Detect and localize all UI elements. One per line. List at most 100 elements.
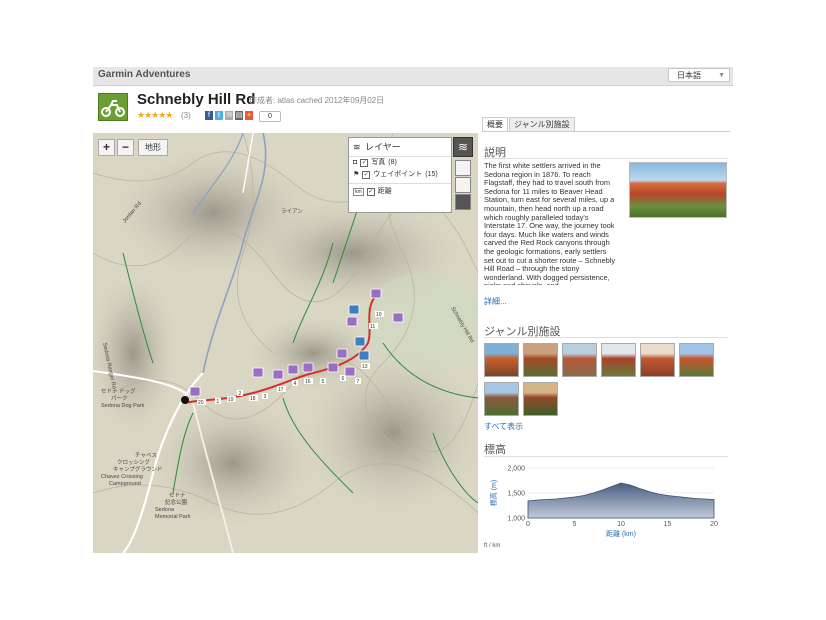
adventure-page: Garmin Adventures 日本語 ▼ Schnebly Hill Rd… [93, 67, 733, 553]
km-icon: km [353, 188, 364, 196]
waypoint-label: 4 [292, 380, 298, 387]
language-select[interactable]: 日本語 ▼ [668, 68, 730, 82]
facebook-icon[interactable]: f [205, 111, 213, 120]
gallery-thumb[interactable] [484, 382, 519, 416]
waypoint-label: 7 [355, 378, 361, 385]
svg-text:Memorial Park: Memorial Park [155, 514, 191, 520]
flag-icon: ⚑ [353, 171, 360, 178]
waypoint-label: 2 [237, 390, 243, 397]
x-tick-label: 15 [664, 521, 672, 528]
svg-text:Campground: Campground [109, 481, 141, 487]
zoom-in-button[interactable]: + [98, 139, 115, 156]
divider [349, 183, 451, 184]
svg-text:6: 6 [342, 376, 345, 382]
layer-count: (8) [388, 159, 397, 166]
svg-text:キャンプグラウンド: キャンプグラウンド [113, 465, 162, 473]
layer-panel: ≋ レイヤー ◘ ✓ 写真 (8) ⚑ ✓ ウェイポイント (15) km ✓ … [348, 137, 452, 213]
gallery-thumb[interactable] [562, 343, 597, 377]
print-icon[interactable]: ▤ [235, 111, 243, 120]
svg-text:5: 5 [322, 379, 325, 385]
gallery-thumb[interactable] [679, 343, 714, 377]
x-tick-label: 0 [526, 521, 530, 528]
svg-text:2: 2 [239, 391, 242, 397]
waypoint-label: 17 [277, 386, 286, 393]
svg-text:4: 4 [294, 381, 297, 387]
view-button-3[interactable] [455, 194, 471, 210]
svg-text:7: 7 [357, 379, 360, 385]
tab-overview[interactable]: 概要 [482, 117, 508, 131]
brand-name[interactable]: Garmin Adventures [98, 69, 190, 80]
view-button-1[interactable] [455, 160, 471, 176]
layer-row-waypoints[interactable]: ⚑ ✓ ウェイポイント (15) [349, 169, 451, 181]
language-value: 日本語 [677, 71, 701, 80]
waypoints-checkbox[interactable]: ✓ [362, 171, 371, 179]
layers-toggle-button[interactable]: ≋ [453, 137, 473, 157]
share-buttons: f t ✉ ▤ + [205, 111, 253, 121]
layer-panel-title: レイヤー [365, 142, 401, 152]
svg-text:パーク: パーク [111, 395, 128, 402]
layer-count: (15) [425, 171, 438, 178]
divider [484, 456, 728, 457]
tab-facilities[interactable]: ジャンル別施設 [509, 117, 575, 131]
rating-count: (3) [181, 111, 191, 120]
camera-icon: ◘ [353, 159, 358, 166]
layer-panel-header[interactable]: ≋ レイヤー [349, 138, 451, 157]
svg-text:13: 13 [362, 364, 368, 370]
description-photo[interactable] [629, 162, 727, 218]
motorcycle-activity-icon [98, 93, 128, 121]
x-tick-label: 10 [617, 521, 625, 528]
adventure-title: Schnebly Hill Rd [137, 91, 256, 108]
show-all-link[interactable]: すべて表示 [484, 421, 523, 432]
waypoint-label: 6 [340, 375, 346, 382]
email-icon[interactable]: ✉ [225, 111, 233, 120]
svg-text:16: 16 [305, 379, 311, 385]
gallery-thumb[interactable] [640, 343, 675, 377]
share-plus-icon[interactable]: + [245, 111, 253, 120]
svg-text:3: 3 [264, 394, 267, 400]
layer-row-distance[interactable]: km ✓ 距離 [349, 186, 451, 198]
y-tick-label: 2,000 [507, 466, 525, 473]
author-date: 作成者: atlas cached 2012年09月02日 [249, 96, 385, 105]
svg-text:ライアン: ライアン [281, 208, 303, 215]
waypoint-label: 19 [227, 396, 236, 403]
layer-label: 写真 [371, 159, 386, 166]
waypoint-label: 11 [369, 323, 378, 330]
twitter-icon[interactable]: t [215, 111, 223, 120]
svg-text:20: 20 [198, 400, 204, 406]
distance-checkbox[interactable]: ✓ [366, 188, 375, 196]
photos-checkbox[interactable]: ✓ [360, 159, 369, 167]
tab-underline [482, 131, 730, 132]
y-tick-label: 1,000 [507, 516, 525, 523]
rating-stars[interactable]: ★★★★★ [137, 110, 173, 121]
x-tick-label: 20 [710, 521, 718, 528]
waypoint-label: 1 [215, 398, 221, 405]
svg-text:11: 11 [370, 324, 375, 330]
elevation-heading: 標高 [484, 444, 506, 456]
description-text: The first white settlers arrived in the … [484, 162, 616, 285]
waypoint-label: 13 [361, 363, 370, 370]
gallery-thumb[interactable] [523, 382, 558, 416]
map-view[interactable]: 20 1 19 2 18 3 17 4 16 5 6 7 13 11 10 ライ… [93, 133, 478, 553]
share-count: 0 [259, 111, 281, 122]
layer-row-photos[interactable]: ◘ ✓ 写真 (8) [349, 157, 451, 169]
svg-text:チャベス: チャベス [135, 452, 157, 459]
more-link[interactable]: 詳細... [484, 296, 507, 307]
terrain-button[interactable]: 地形 [138, 139, 168, 156]
elevation-chart[interactable]: 1,000 1,500 2,000 0 5 10 15 20 距離 (km) 標高 (m) [484, 460, 728, 542]
gallery-thumb[interactable] [523, 343, 558, 377]
zoom-out-button[interactable]: − [117, 139, 134, 156]
y-tick-label: 1,500 [507, 491, 525, 498]
svg-text:記念公園: 記念公園 [165, 498, 188, 506]
divider [484, 337, 728, 338]
gallery-thumb[interactable] [484, 343, 519, 377]
chevron-down-icon: ▼ [718, 72, 725, 79]
view-button-2[interactable] [455, 177, 471, 193]
svg-text:19: 19 [228, 397, 234, 403]
svg-text:セドナ: セドナ [169, 492, 186, 499]
svg-text:10: 10 [376, 312, 382, 318]
svg-text:Chavez Crossing: Chavez Crossing [101, 474, 143, 480]
waypoint-label: 3 [262, 393, 268, 400]
tab-bar: 概要 ジャンル別施設 [482, 117, 576, 131]
svg-text:18: 18 [250, 396, 256, 402]
gallery-thumb[interactable] [601, 343, 636, 377]
